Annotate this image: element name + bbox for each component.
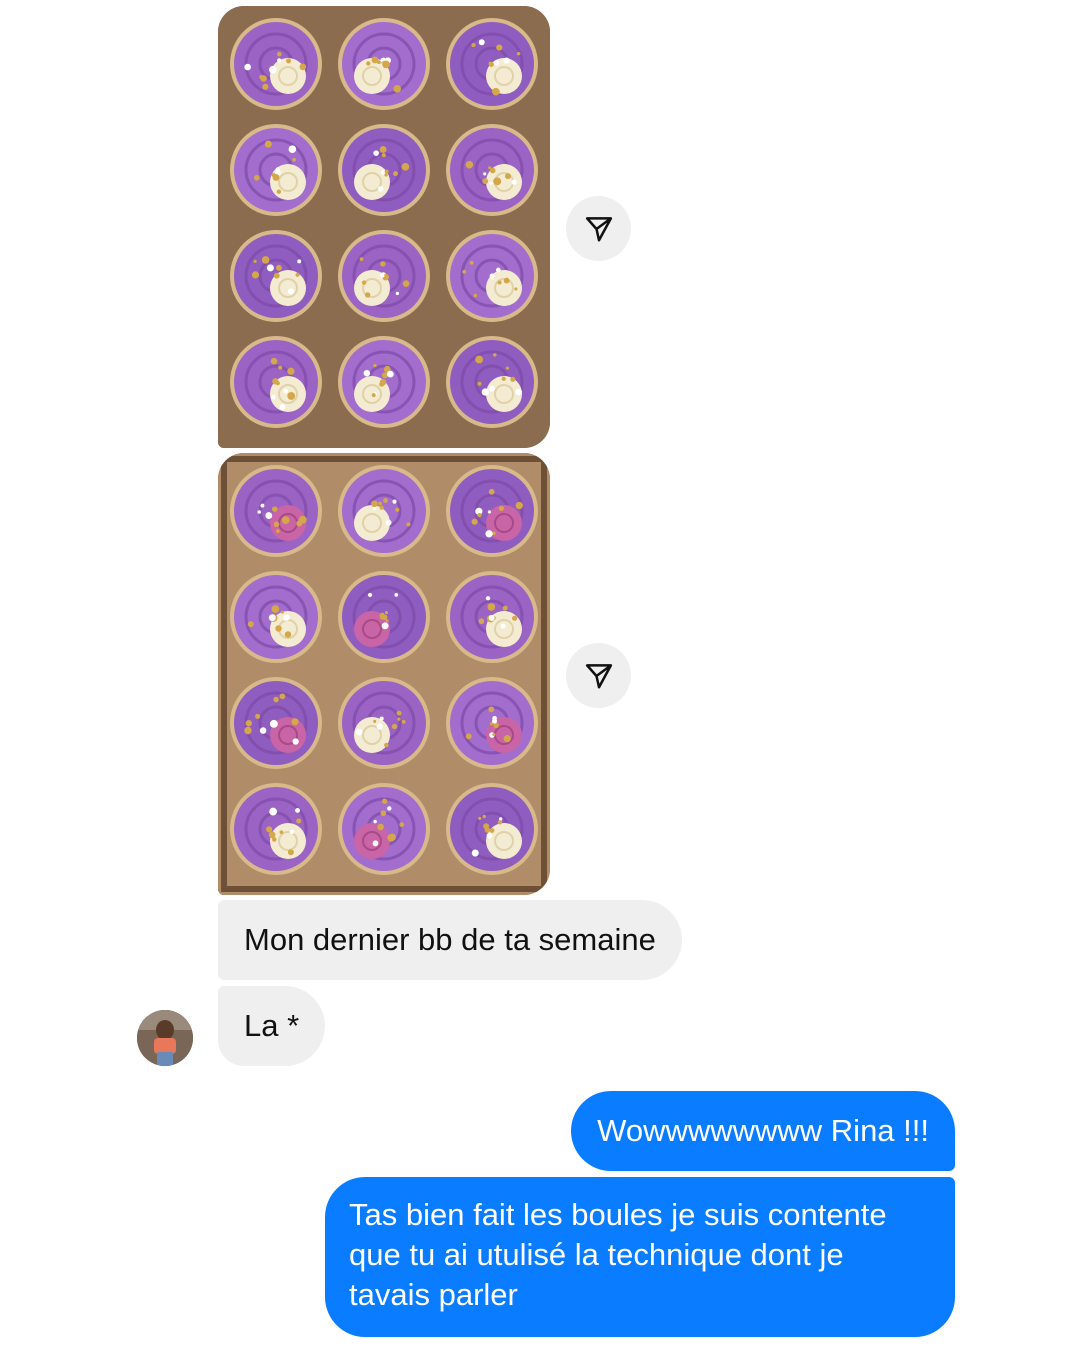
cupcake: [230, 677, 322, 769]
cupcake: [338, 783, 430, 875]
message-text: Wowwwwwwww Rina !!!: [597, 1113, 929, 1148]
cupcake-photo-2[interactable]: [218, 453, 550, 895]
cupcake: [230, 18, 322, 110]
cupcake: [338, 677, 430, 769]
share-button-1[interactable]: [566, 196, 631, 261]
cupcake: [230, 571, 322, 663]
cupcake: [446, 677, 538, 769]
cupcake: [230, 124, 322, 216]
outgoing-message[interactable]: Tas bien fait les boules je suis content…: [325, 1177, 955, 1337]
cupcake-photo-1-image: [218, 6, 550, 448]
cupcake: [446, 783, 538, 875]
cupcake-photo-1[interactable]: [218, 6, 550, 448]
cupcake: [446, 124, 538, 216]
cupcake: [338, 124, 430, 216]
message-text: Mon dernier bb de ta semaine: [244, 922, 656, 957]
cupcake: [230, 230, 322, 322]
cupcake: [446, 230, 538, 322]
cupcake: [230, 783, 322, 875]
cupcake: [446, 465, 538, 557]
cupcake: [338, 465, 430, 557]
cupcake: [338, 18, 430, 110]
send-icon: [585, 663, 612, 688]
message-text: La *: [244, 1008, 300, 1043]
cupcake-photo-2-image: [218, 453, 550, 895]
cupcake: [446, 336, 538, 428]
message-text: Tas bien fait les boules je suis content…: [349, 1197, 887, 1312]
cupcake: [338, 230, 430, 322]
incoming-message[interactable]: Mon dernier bb de ta semaine: [218, 900, 682, 980]
contact-avatar[interactable]: [137, 1010, 193, 1066]
outgoing-message[interactable]: Wowwwwwwww Rina !!!: [571, 1091, 955, 1171]
cupcake: [230, 465, 322, 557]
share-button-2[interactable]: [566, 643, 631, 708]
cupcake: [338, 336, 430, 428]
cupcake: [230, 336, 322, 428]
cupcake: [446, 571, 538, 663]
cupcake: [446, 18, 538, 110]
cupcake: [338, 571, 430, 663]
send-icon: [585, 216, 612, 241]
incoming-message[interactable]: La *: [218, 986, 326, 1066]
avatar-image: [137, 1010, 193, 1066]
